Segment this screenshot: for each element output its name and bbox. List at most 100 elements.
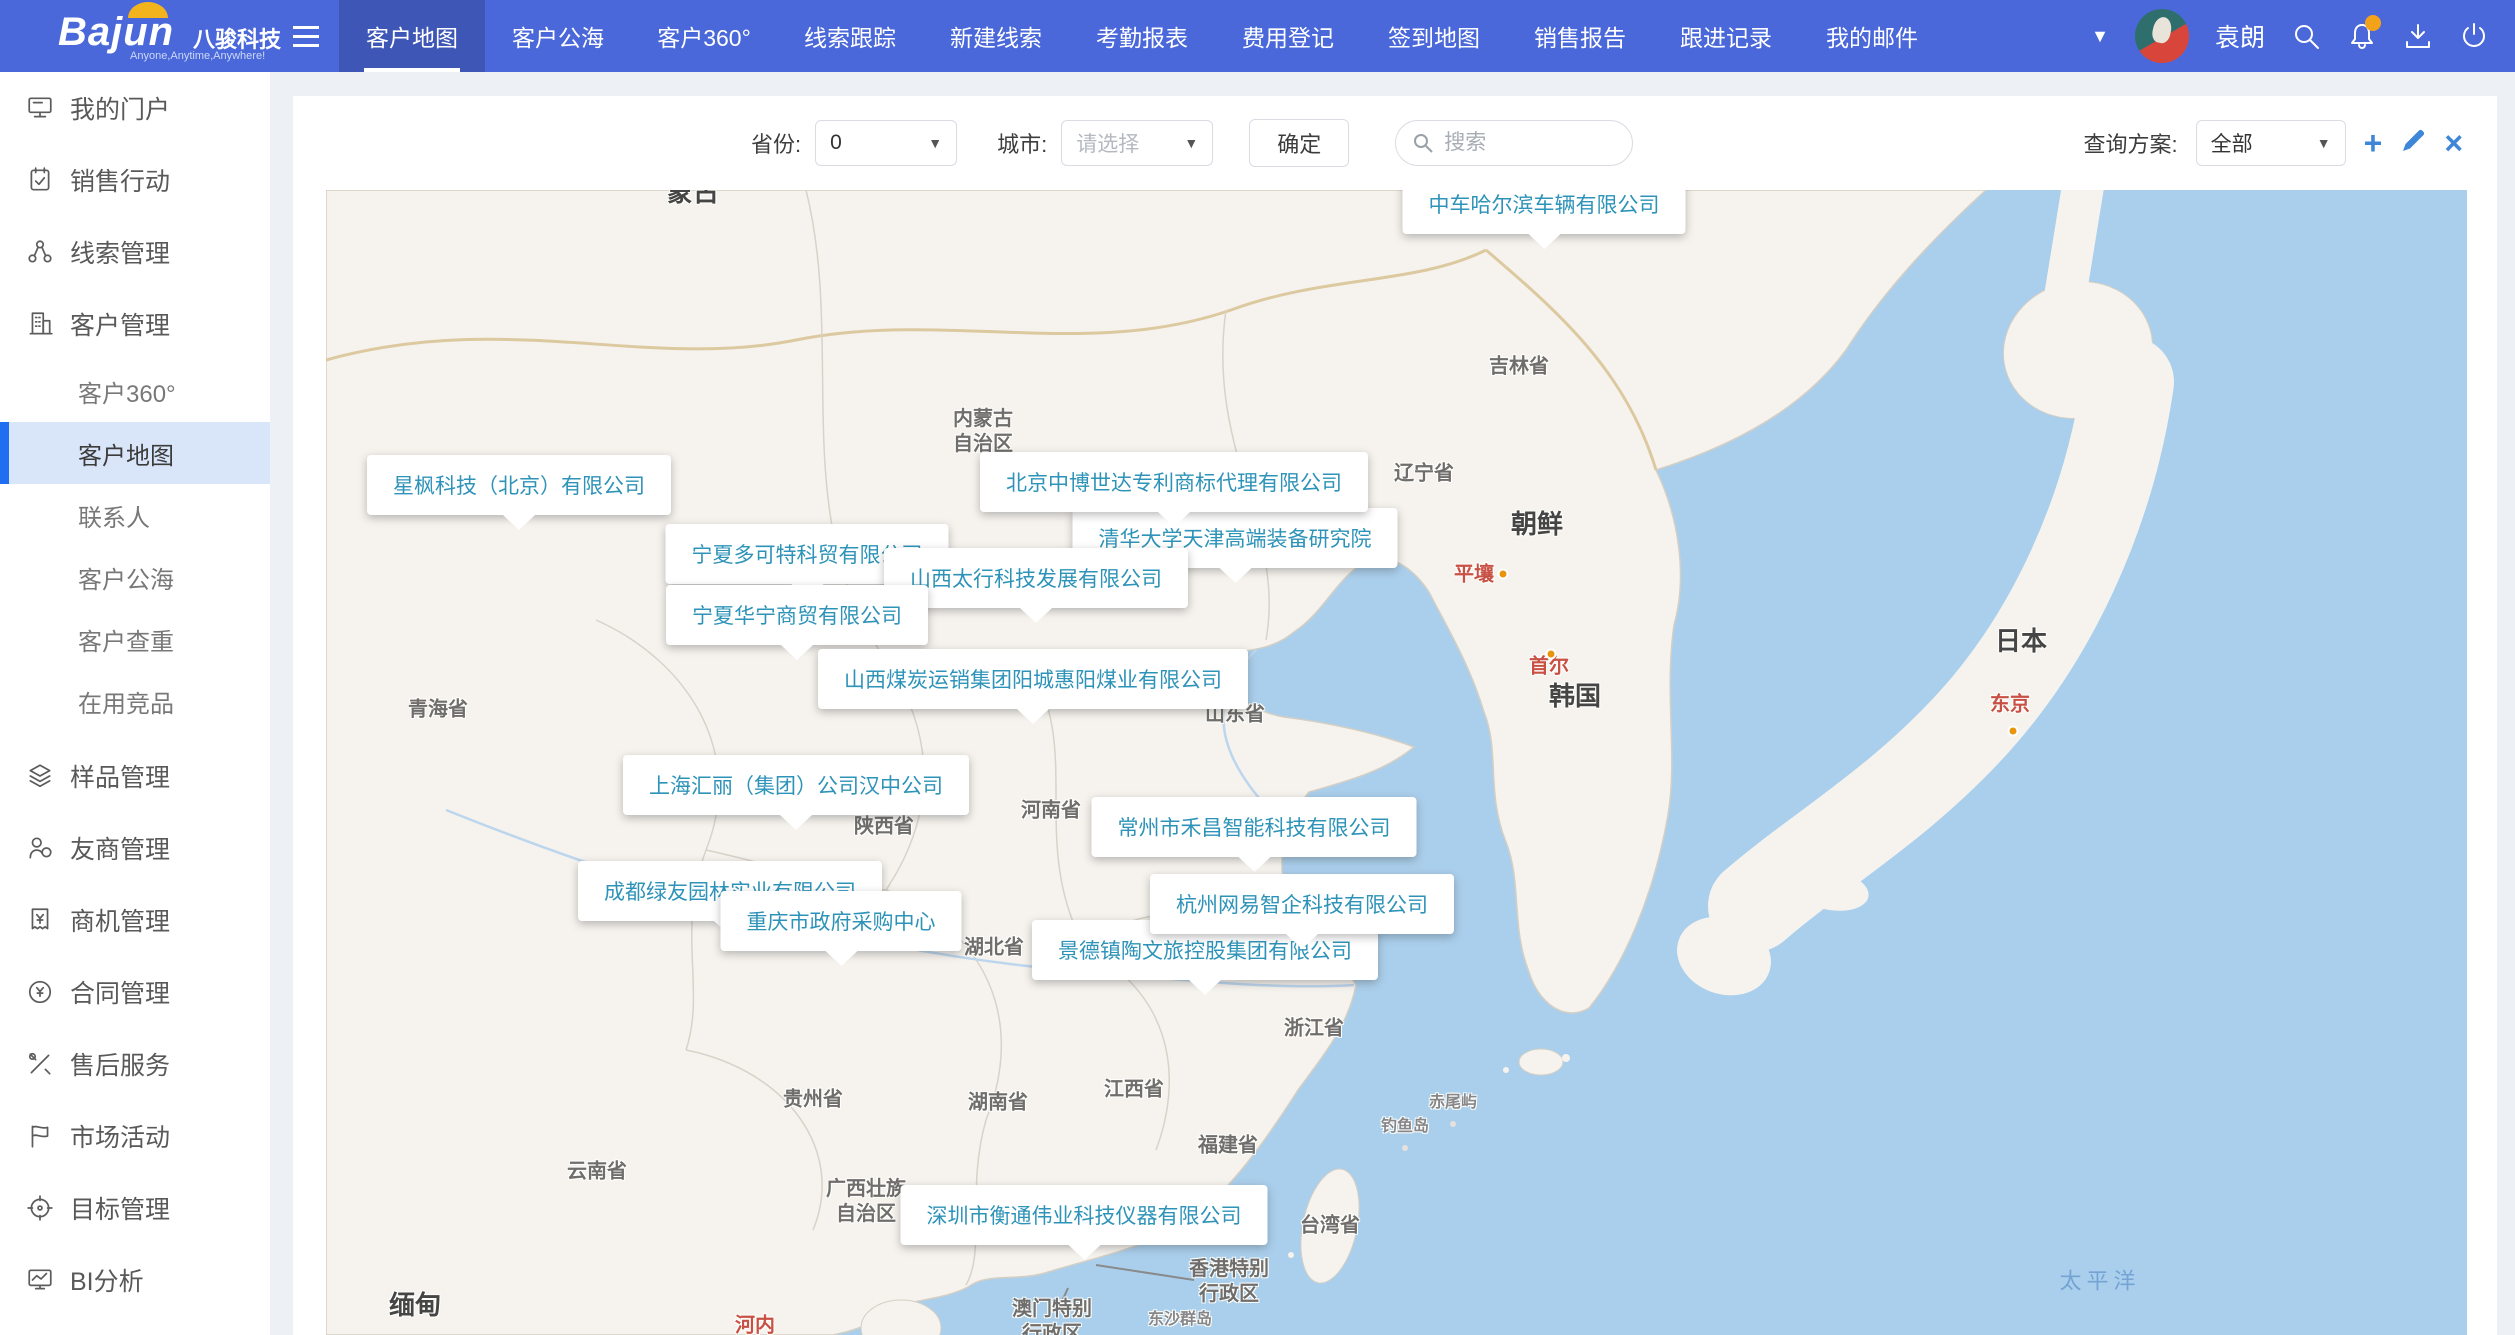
monitor-icon [26,94,54,122]
city-dot-icon [2008,726,2019,737]
logo-text: Bajun [58,10,174,55]
tools-icon [26,1050,54,1078]
nav-item-3[interactable]: 客户360° [631,0,777,72]
customer-callout[interactable]: 常州市禾昌智能科技有限公司 [1092,797,1417,857]
nav-item-2[interactable]: 客户公海 [485,0,631,72]
user-name: 袁朗 [2215,18,2265,54]
sidebar-item-10[interactable]: 市场活动 [0,1100,270,1172]
sidebar-item-label: 售后服务 [70,1046,170,1082]
sidebar-subitem-2[interactable]: 客户地图 [0,422,270,484]
clipboard-check-icon [26,166,54,194]
sidebar-item-4[interactable]: 客户管理 [0,288,270,360]
flag-icon [26,1122,54,1150]
sidebar-item-5[interactable]: 样品管理 [0,740,270,812]
sidebar-item-label: 商机管理 [70,902,170,938]
sidebar-item-label: 销售行动 [70,162,170,198]
sidebar-item-8[interactable]: 合同管理 [0,956,270,1028]
select-caret-icon: ▼ [2317,135,2331,151]
topbar-right-cluster: ▼ 袁朗 [2091,0,2515,72]
download-icon[interactable] [2403,21,2433,51]
logo-tagline: Anyone,Anytime,Anywhere! [130,50,265,62]
nav-item-11[interactable]: 我的邮件 [1799,0,1945,72]
nav-item-10[interactable]: 跟进记录 [1653,0,1799,72]
sidebar-item-9[interactable]: 售后服务 [0,1028,270,1100]
sidebar: 我的门户销售行动线索管理客户管理客户360°客户地图联系人客户公海客户查重在用竞… [0,72,270,1335]
sidebar-subitem-6[interactable]: 在用竞品 [0,670,270,732]
search-box [1395,120,1633,166]
menu-icon[interactable] [293,0,339,72]
nodes-icon [26,238,54,266]
customer-callout[interactable]: 深圳市衡通伟业科技仪器有限公司 [901,1185,1268,1245]
customer-map[interactable]: 蒙古吉林省辽宁省内蒙古 自治区朝鲜平壤首尔韩国日本东京青海省陕西省河南省山东省湖… [326,190,2467,1335]
sidebar-item-label: 友商管理 [70,830,170,866]
nav-item-4[interactable]: 线索跟踪 [777,0,923,72]
power-icon[interactable] [2459,21,2489,51]
contract-icon [26,978,54,1006]
bi-chart-icon [26,1266,54,1294]
search-input[interactable] [1444,131,1604,155]
query-plan-select[interactable]: 全部 ▼ [2196,120,2346,166]
delete-plan-icon[interactable]: × [2444,127,2463,159]
sidebar-item-1[interactable]: 我的门户 [0,72,270,144]
main-nav: 客户地图客户公海客户360°线索跟踪新建线索考勤报表费用登记签到地图销售报告跟进… [339,0,1945,72]
customer-callout[interactable]: 北京中博世达专利商标代理有限公司 [980,452,1368,512]
sidebar-item-label: 样品管理 [70,758,170,794]
sidebar-item-3[interactable]: 线索管理 [0,216,270,288]
app-logo: Bajun 八骏科技 Anyone,Anytime,Anywhere! [0,0,285,72]
customer-callout[interactable]: 上海汇丽（集团）公司汉中公司 [623,755,969,815]
layers-icon [26,762,54,790]
sidebar-item-12[interactable]: BI分析 [0,1244,270,1316]
sidebar-item-2[interactable]: 销售行动 [0,144,270,216]
search-icon[interactable] [2291,21,2321,51]
select-caret-icon: ▼ [928,135,942,151]
nav-item-6[interactable]: 考勤报表 [1069,0,1215,72]
top-navigation-bar: Bajun 八骏科技 Anyone,Anytime,Anywhere! 客户地图… [0,0,2515,72]
sidebar-item-label: 目标管理 [70,1190,170,1226]
notifications-bell-icon[interactable] [2347,21,2377,51]
nav-item-1[interactable]: 客户地图 [339,0,485,72]
sidebar-item-6[interactable]: 友商管理 [0,812,270,884]
customer-callout[interactable]: 山西太行科技发展有限公司 [884,548,1188,608]
customer-callout[interactable]: 星枫科技（北京）有限公司 [367,455,671,515]
search-icon [1412,132,1434,154]
query-plan-label: 查询方案: [2084,127,2178,159]
edit-plan-icon[interactable] [2400,127,2426,159]
customer-callout[interactable]: 中车哈尔滨车辆有限公司 [1403,190,1686,234]
sidebar-subitem-3[interactable]: 联系人 [0,484,270,546]
sidebar-subitem-1[interactable]: 客户360° [0,360,270,422]
select-caret-icon: ▼ [1184,135,1198,151]
city-label: 城市: [997,127,1047,159]
customer-callout[interactable]: 山西煤炭运销集团阳城惠阳煤业有限公司 [818,649,1248,709]
nav-item-7[interactable]: 费用登记 [1215,0,1361,72]
confirm-button[interactable]: 确定 [1249,119,1349,167]
nav-item-9[interactable]: 销售报告 [1507,0,1653,72]
notification-badge [2365,15,2381,31]
sidebar-item-label: 客户管理 [70,306,170,342]
content-panel: 省份: 0 ▼ 城市: 请选择 ▼ 确定 查询方案: 全部 ▼ + [293,96,2497,1335]
sidebar-item-11[interactable]: 目标管理 [0,1172,270,1244]
sidebar-subitem-5[interactable]: 客户查重 [0,608,270,670]
map-toolbar: 省份: 0 ▼ 城市: 请选择 ▼ 确定 查询方案: 全部 ▼ + [293,96,2497,190]
nav-item-5[interactable]: 新建线索 [923,0,1069,72]
sidebar-item-label: 线索管理 [70,234,170,270]
province-label: 省份: [751,127,801,159]
customer-callout[interactable]: 重庆市政府采购中心 [721,891,962,951]
city-dot-icon [1498,569,1509,580]
province-select[interactable]: 0 ▼ [815,120,957,166]
sidebar-item-7[interactable]: 商机管理 [0,884,270,956]
sidebar-subitem-4[interactable]: 客户公海 [0,546,270,608]
nav-more-caret-icon[interactable]: ▼ [2091,26,2109,47]
sidebar-item-label: 我的门户 [70,90,170,126]
partner-icon [26,834,54,862]
city-dot-icon [1546,649,1557,660]
receipt-icon [26,906,54,934]
sidebar-item-label: 合同管理 [70,974,170,1010]
user-avatar[interactable] [2135,9,2189,63]
add-plan-icon[interactable]: + [2364,127,2383,159]
building-icon [26,310,54,338]
city-select[interactable]: 请选择 ▼ [1061,120,1213,166]
sidebar-item-label: BI分析 [70,1262,144,1298]
customer-callout[interactable]: 宁夏华宁商贸有限公司 [666,585,928,645]
customer-callout[interactable]: 杭州网易智企科技有限公司 [1150,874,1454,934]
nav-item-8[interactable]: 签到地图 [1361,0,1507,72]
